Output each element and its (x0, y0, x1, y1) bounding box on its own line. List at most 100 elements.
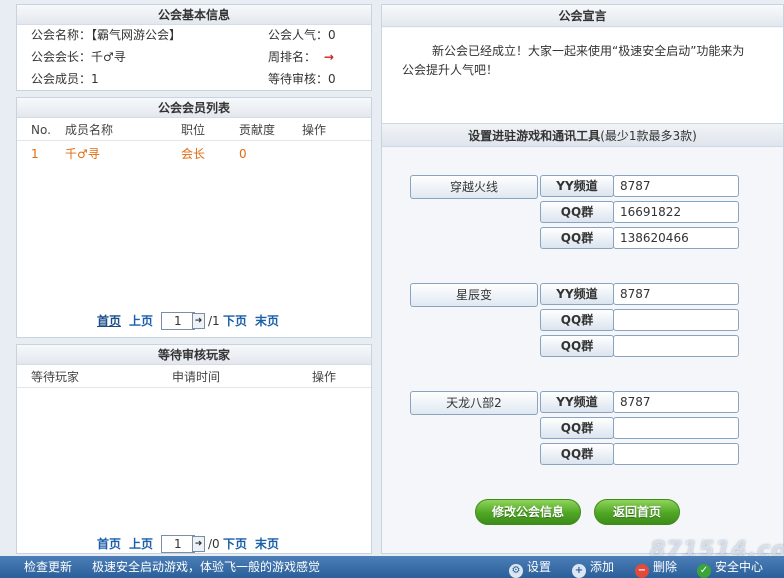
yy-channel-label: YY频道 (540, 283, 614, 305)
pager-page-input[interactable]: 1 (161, 312, 195, 330)
qq-group-field[interactable]: 138620466 (613, 227, 739, 249)
pager-prev-link[interactable]: 上页 (129, 535, 153, 553)
popularity-row: 公会人气：0 (268, 26, 336, 44)
guild-leader-row: 公会会长：千♂寻 (31, 48, 126, 66)
pending-list-title: 等待审核玩家 (17, 345, 371, 365)
back-home-button[interactable]: 返回首页 (594, 499, 680, 525)
pager-go-icon[interactable]: ➜ (192, 536, 205, 552)
pending-count-row: 等待审核：0 (268, 70, 336, 88)
guild-leader-label: 公会会长： (31, 50, 92, 64)
guild-name-label: 公会名称： (31, 28, 92, 42)
status-slogan: 极速安全启动游戏，体验飞一般的游戏感觉 (92, 560, 321, 574)
pager-next-link[interactable]: 下页 (223, 535, 247, 553)
member-table-header: No. 成员名称 职位 贡献度 操作 (17, 119, 371, 141)
game-select-button[interactable]: 穿越火线 (410, 175, 538, 199)
col-no: No. (31, 123, 51, 137)
qq-group-label: QQ群 (540, 201, 614, 223)
pager-last-link[interactable]: 末页 (255, 312, 279, 330)
pending-count-value: 0 (328, 72, 336, 86)
rank-arrow-icon: → (323, 50, 334, 64)
pending-list-panel: 等待审核玩家 等待玩家 申请时间 操作 首页 上页 1 ➜ /0 下页 末页 (16, 344, 372, 554)
pager-first-link[interactable]: 首页 (97, 312, 121, 330)
week-rank-label: 周排名： (268, 50, 317, 64)
popularity-label: 公会人气： (268, 28, 329, 42)
modify-guild-button[interactable]: 修改公会信息 (475, 499, 581, 525)
col-apply-time: 申请时间 (172, 370, 221, 384)
guild-members-row: 公会成员：1 (31, 70, 99, 88)
guild-members-label: 公会成员： (31, 72, 92, 86)
member-pager: 首页 上页 1 ➜ /1 下页 末页 (17, 312, 371, 330)
gear-icon: ⚙ (509, 564, 523, 578)
qq-group-label: QQ群 (540, 227, 614, 249)
basic-info-title: 公会基本信息 (17, 5, 371, 25)
qq-group-label: QQ群 (540, 417, 614, 439)
guild-leader-value: 千♂寻 (91, 50, 126, 64)
qq-group-field[interactable]: 16691822 (613, 201, 739, 223)
security-center-button[interactable]: ✓ 安全中心 (697, 556, 763, 578)
qq-group-label: QQ群 (540, 309, 614, 331)
member-list-panel: 公会会员列表 No. 成员名称 职位 贡献度 操作 1 千♂寻 会长 0 首页 … (16, 97, 372, 338)
yy-channel-label: YY频道 (540, 391, 614, 413)
declaration-panel: 公会宣言 新公会已经成立！大家一起来使用“极速安全启动”功能来为公会提升人气吧！… (381, 4, 784, 554)
add-button[interactable]: + 添加 (572, 556, 614, 578)
game-select-button[interactable]: 天龙八部2 (410, 391, 538, 415)
declaration-body: 新公会已经成立！大家一起来使用“极速安全启动”功能来为公会提升人气吧！ (382, 28, 783, 123)
pager-first-link[interactable]: 首页 (97, 535, 121, 553)
check-update-link[interactable]: 检查更新 (24, 556, 72, 578)
settings-label: 设置 (527, 560, 552, 574)
table-row: 1 千♂寻 会长 0 (17, 143, 371, 165)
tools-section-title: 设置进驻游戏和通讯工具(最少1款最多3款) (382, 123, 783, 147)
member-list-title: 公会会员列表 (17, 98, 371, 118)
qq-group-field[interactable] (613, 309, 739, 331)
pager-last-link[interactable]: 末页 (255, 535, 279, 553)
pager-go-icon[interactable]: ➜ (192, 313, 205, 329)
pager-total: /0 (208, 537, 220, 551)
col-action: 操作 (302, 123, 327, 137)
status-bar: 检查更新 极速安全启动游戏，体验飞一般的游戏感觉 ⚙ 设置 + 添加 − 删除 ✓ 安全… (0, 556, 784, 578)
settings-button[interactable]: ⚙ 设置 (509, 556, 551, 578)
pager-prev-link[interactable]: 上页 (129, 312, 153, 330)
guild-members-value: 1 (91, 72, 99, 86)
pager-total: /1 (208, 314, 220, 328)
shield-check-icon: ✓ (697, 564, 711, 578)
pending-table-header: 等待玩家 申请时间 操作 (17, 366, 371, 388)
col-position: 职位 (181, 123, 206, 137)
declaration-text: 新公会已经成立！大家一起来使用“极速安全启动”功能来为公会提升人气吧！ (402, 44, 745, 77)
yy-channel-field[interactable]: 8787 (613, 283, 739, 305)
col-member-name: 成员名称 (65, 123, 114, 137)
col-waiting-player: 等待玩家 (31, 370, 80, 384)
minus-icon: − (635, 564, 649, 578)
member-contribution: 0 (239, 147, 247, 161)
week-rank-row: 周排名： → (268, 48, 334, 66)
tools-title: 设置进驻游戏和通讯工具 (468, 129, 601, 143)
tools-note: (最少1款最多3款) (600, 129, 697, 143)
qq-group-field[interactable] (613, 335, 739, 357)
col-contribution: 贡献度 (239, 123, 276, 137)
add-label: 添加 (590, 560, 615, 574)
qq-group-label: QQ群 (540, 335, 614, 357)
guild-name-row: 公会名称：【霸气网游公会】 (31, 26, 181, 44)
col-pending-action: 操作 (312, 370, 337, 384)
member-no: 1 (31, 147, 39, 161)
pager-page-input[interactable]: 1 (161, 535, 195, 553)
guild-name-value: 【霸气网游公会】 (91, 28, 182, 42)
delete-button[interactable]: − 删除 (635, 556, 677, 578)
pager-next-link[interactable]: 下页 (223, 312, 247, 330)
game-select-button[interactable]: 星辰变 (410, 283, 538, 307)
member-name[interactable]: 千♂寻 (65, 143, 100, 165)
security-label: 安全中心 (715, 560, 764, 574)
yy-channel-field[interactable]: 8787 (613, 175, 739, 197)
qq-group-field[interactable] (613, 443, 739, 465)
yy-channel-label: YY频道 (540, 175, 614, 197)
qq-group-label: QQ群 (540, 443, 614, 465)
pending-pager: 首页 上页 1 ➜ /0 下页 末页 (17, 535, 371, 553)
member-position: 会长 (181, 147, 206, 161)
basic-info-panel: 公会基本信息 公会名称：【霸气网游公会】 公会会长：千♂寻 公会成员：1 公会人… (16, 4, 372, 91)
plus-icon: + (572, 564, 586, 578)
popularity-value: 0 (328, 28, 336, 42)
yy-channel-field[interactable]: 8787 (613, 391, 739, 413)
qq-group-field[interactable] (613, 417, 739, 439)
pending-count-label: 等待审核： (268, 72, 329, 86)
delete-label: 删除 (653, 560, 678, 574)
declaration-title: 公会宣言 (382, 5, 783, 27)
